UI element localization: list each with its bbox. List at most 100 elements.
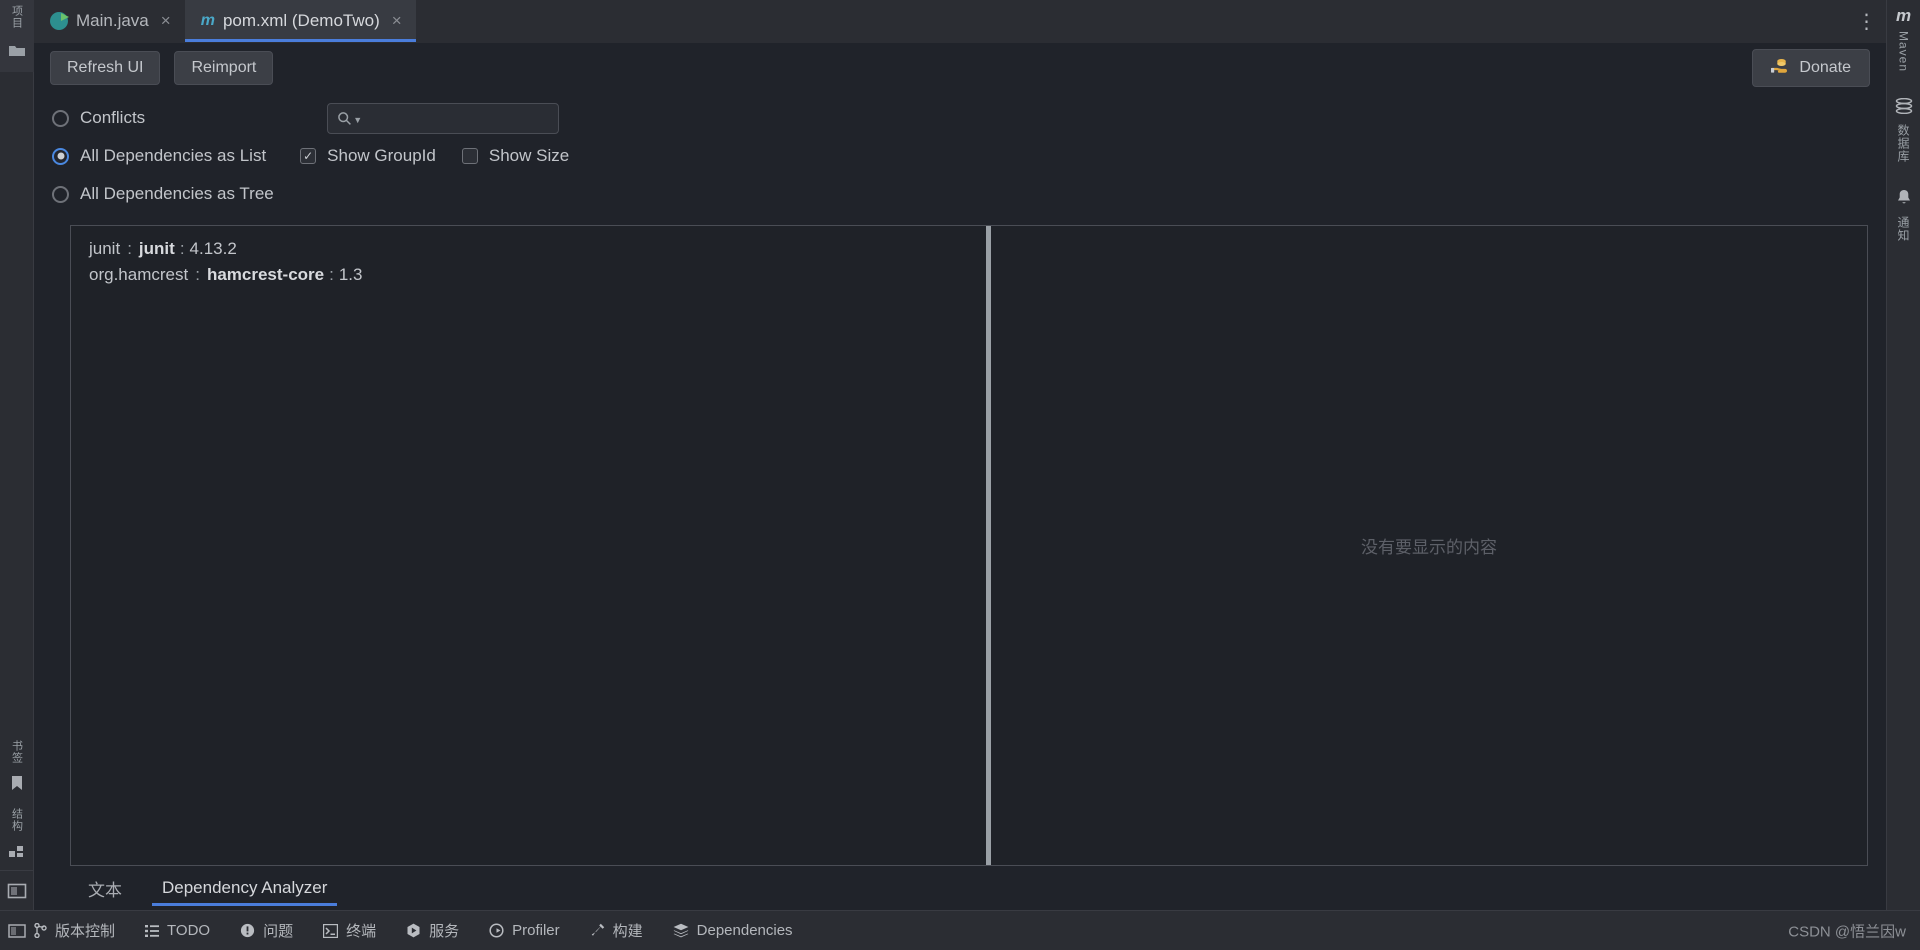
left-strip-bottom-group: 书签 结构 bbox=[4, 740, 30, 870]
sidebar-item-project[interactable]: 项目 bbox=[4, 4, 30, 30]
editor-tab-bar: Main.java × m pom.xml (DemoTwo) × ⋮ bbox=[34, 0, 1886, 43]
reimport-button[interactable]: Reimport bbox=[174, 51, 274, 85]
editor-tab-label: pom.xml (DemoTwo) bbox=[222, 11, 380, 30]
status-item-label: Dependencies bbox=[696, 922, 793, 939]
status-item-todo[interactable]: TODO bbox=[145, 922, 210, 939]
right-tool-strip: m Maven 数据库 通知 bbox=[1886, 0, 1920, 910]
radio-all-dependencies-as-list-label: All Dependencies as List bbox=[80, 146, 267, 165]
database-icon-svg bbox=[1895, 97, 1912, 115]
list-icon bbox=[145, 924, 160, 937]
structure-icon[interactable] bbox=[4, 838, 30, 864]
warning-circle-icon-svg bbox=[240, 923, 255, 938]
bell-icon-svg bbox=[1897, 190, 1910, 204]
radio-all-dependencies-as-list-indicator bbox=[52, 147, 69, 165]
warning-circle-icon bbox=[240, 923, 255, 938]
branch-icon bbox=[34, 923, 47, 938]
empty-state-message: 没有要显示的内容 bbox=[1361, 538, 1497, 557]
checkbox-show-size-label: Show Size bbox=[488, 146, 570, 165]
hammer-icon-svg bbox=[591, 923, 604, 936]
radio-conflicts-indicator bbox=[52, 109, 69, 127]
folder-icon[interactable] bbox=[4, 38, 30, 64]
status-item-terminal[interactable]: 终端 bbox=[323, 920, 376, 941]
checkbox-show-groupid[interactable]: ✓ Show GroupId bbox=[300, 146, 436, 166]
dependency-artifact: hamcrest-core bbox=[206, 265, 325, 284]
radio-all-dependencies-as-list[interactable]: All Dependencies as List bbox=[52, 146, 266, 166]
layout-icon-svg bbox=[7, 883, 26, 898]
options-row-tree: All Dependencies as Tree bbox=[52, 175, 1886, 213]
sidebar-item-bookmarks[interactable]: 书签 bbox=[4, 740, 30, 764]
sidebar-item-label: 通知 bbox=[1896, 216, 1910, 243]
dependency-separator: : bbox=[195, 265, 200, 284]
status-item-problems[interactable]: 问题 bbox=[240, 920, 293, 941]
tab-dependency-analyzer[interactable]: Dependency Analyzer bbox=[144, 866, 345, 910]
radio-all-dependencies-as-tree[interactable]: All Dependencies as Tree bbox=[52, 184, 274, 204]
tabbar-spacer bbox=[416, 0, 1848, 42]
dependency-list[interactable]: junit : junit : 4.13.2 org.hamcrest : ha… bbox=[71, 226, 986, 865]
refresh-ui-button[interactable]: Refresh UI bbox=[50, 51, 161, 85]
sidebar-item-database[interactable]: 数据库 bbox=[1895, 97, 1913, 164]
status-item-build[interactable]: 构建 bbox=[590, 920, 643, 941]
bell-icon bbox=[1896, 189, 1912, 211]
search-input-wrapper[interactable]: ▼ bbox=[327, 102, 560, 134]
options-row-list: All Dependencies as List ✓ Show GroupId … bbox=[52, 137, 1886, 175]
bookmark-icon-svg bbox=[11, 776, 22, 790]
services-icon-svg bbox=[407, 923, 420, 938]
close-icon[interactable]: × bbox=[392, 11, 402, 31]
dependency-group: junit bbox=[89, 239, 121, 258]
sidebar-item-notifications[interactable]: 通知 bbox=[1895, 189, 1912, 242]
java-class-icon bbox=[50, 12, 68, 30]
sidebar-item-label: 数据库 bbox=[1896, 124, 1910, 164]
status-item-services[interactable]: 服务 bbox=[406, 920, 459, 941]
maven-icon: m bbox=[1895, 6, 1912, 25]
tab-text[interactable]: 文本 bbox=[70, 866, 140, 910]
structure-icon-svg bbox=[8, 846, 23, 857]
list-item[interactable]: junit : junit : 4.13.2 bbox=[71, 236, 986, 262]
coins-hand-icon bbox=[1771, 57, 1790, 79]
radio-all-dependencies-as-tree-label: All Dependencies as Tree bbox=[80, 184, 274, 203]
ide-window: 项目 书签 结构 Main.java × m pom.xml (DemoTwo)… bbox=[0, 0, 1920, 950]
dependency-panes: junit : junit : 4.13.2 org.hamcrest : ha… bbox=[70, 225, 1868, 866]
checkbox-show-groupid-indicator: ✓ bbox=[300, 148, 317, 164]
dependency-version: 1.3 bbox=[338, 265, 363, 284]
search-input[interactable] bbox=[368, 110, 550, 126]
donate-button[interactable]: Donate bbox=[1752, 49, 1870, 87]
left-strip-top-group: 项目 bbox=[0, 0, 34, 72]
dependency-separator: : bbox=[179, 239, 185, 258]
sidebar-item-maven[interactable]: m Maven bbox=[1896, 6, 1911, 72]
status-item-label: TODO bbox=[167, 922, 211, 939]
status-item-profiler[interactable]: Profiler bbox=[489, 922, 560, 939]
editor-tab-label: Main.java bbox=[76, 11, 149, 30]
radio-conflicts-label: Conflicts bbox=[80, 108, 146, 127]
editor-tabs-more-button[interactable]: ⋮ bbox=[1848, 0, 1886, 42]
status-layout-button[interactable] bbox=[0, 911, 34, 950]
coins-hand-icon-svg bbox=[1771, 59, 1788, 73]
layers-icon-svg bbox=[673, 923, 689, 938]
layout-toggle-button[interactable] bbox=[0, 870, 34, 910]
status-item-label: 问题 bbox=[263, 923, 294, 940]
bookmark-icon[interactable] bbox=[4, 770, 30, 796]
options-row-conflicts: Conflicts ▼ bbox=[52, 99, 1886, 137]
radio-conflicts[interactable]: Conflicts bbox=[52, 108, 145, 128]
status-item-label: 构建 bbox=[612, 923, 643, 940]
ide-body: 项目 书签 结构 Main.java × m pom.xml (DemoTwo)… bbox=[0, 0, 1920, 910]
list-item[interactable]: org.hamcrest : hamcrest-core : 1.3 bbox=[71, 262, 986, 288]
dependency-options: Conflicts ▼ All Dependencies as List ✓ S… bbox=[34, 93, 1886, 225]
sidebar-item-structure[interactable]: 结构 bbox=[4, 808, 30, 832]
checkbox-show-size-indicator bbox=[461, 148, 478, 164]
status-item-dependencies[interactable]: Dependencies bbox=[673, 922, 793, 939]
checkbox-show-size[interactable]: Show Size bbox=[461, 146, 570, 166]
database-icon bbox=[1895, 97, 1913, 119]
dependency-artifact: junit bbox=[138, 239, 175, 258]
status-item-version-control[interactable]: 版本控制 bbox=[34, 920, 115, 941]
close-icon[interactable]: × bbox=[161, 11, 171, 31]
editor-tab-main-java[interactable]: Main.java × bbox=[34, 0, 185, 42]
watermark: CSDN @悟兰因w bbox=[1788, 923, 1906, 940]
editor-tab-pom-xml[interactable]: m pom.xml (DemoTwo) × bbox=[184, 0, 416, 42]
checkbox-show-groupid-label: Show GroupId bbox=[327, 146, 436, 165]
center-column: Main.java × m pom.xml (DemoTwo) × ⋮ Refr… bbox=[34, 0, 1886, 910]
chevron-down-icon[interactable]: ▼ bbox=[353, 115, 362, 125]
terminal-icon bbox=[323, 923, 339, 938]
donate-label: Donate bbox=[1799, 59, 1851, 76]
status-item-label: 版本控制 bbox=[55, 923, 116, 940]
list-icon-svg bbox=[145, 924, 160, 937]
